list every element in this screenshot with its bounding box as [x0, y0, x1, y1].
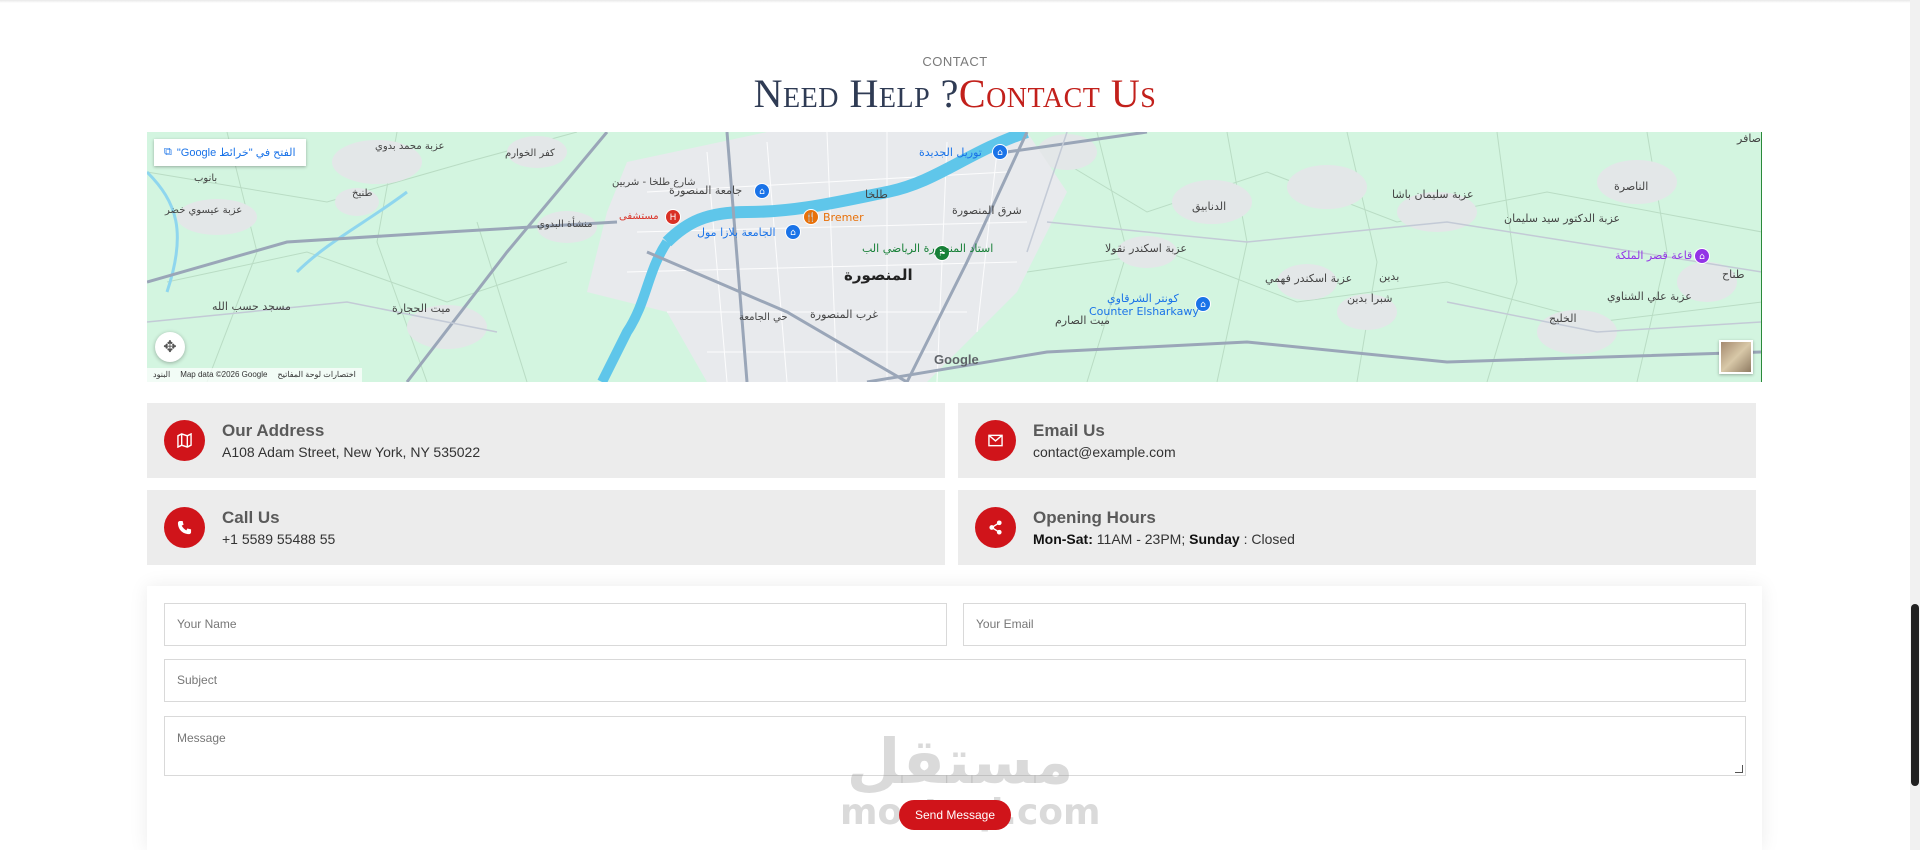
mall-pin-icon[interactable]: ⌂: [785, 224, 801, 240]
map-city-label: المنصورة: [844, 266, 913, 284]
map-label: شبرا بدين: [1347, 292, 1393, 305]
map-label: مسجد حسب الله: [212, 300, 291, 313]
info-card-hours: Opening Hours Mon-Sat: 11AM - 23PM; Sund…: [958, 490, 1756, 565]
map-poi-label: استاد المنصورة الرياضي الب: [862, 242, 994, 255]
section-title-dark: Need Help ?: [753, 71, 959, 116]
palace-pin-icon[interactable]: ⌂: [1694, 248, 1710, 264]
info-card-title: Our Address: [222, 421, 325, 440]
map-label: عزبة اسكندر نقولا: [1105, 242, 1187, 255]
map-poi-label: قاعة قصر الملكة: [1615, 249, 1693, 262]
share-icon: [975, 507, 1016, 548]
map-poi-label: Bremer: [823, 211, 864, 224]
map-poi-label: كونتر الشرقاوي: [1107, 292, 1179, 305]
map-label: طنيخ: [352, 188, 373, 199]
open-in-maps-label: الفتح في "خرائط Google": [176, 147, 296, 159]
map-label: الدنابيق: [1192, 200, 1227, 213]
email-input[interactable]: Your Email: [963, 603, 1746, 646]
map-label: منشأة البدوي: [537, 219, 593, 230]
map-label: عزبة علي الشناوي: [1607, 290, 1692, 303]
map-label: طناح: [1722, 268, 1745, 281]
map-label: شرق المنصورة: [952, 204, 1022, 217]
map-label: ميت الحجارة: [392, 302, 451, 315]
map-label: عزبة الدكتور سيد سليمان: [1504, 212, 1621, 225]
resize-handle-icon[interactable]: [1735, 765, 1743, 773]
map-poi-label: جامعة المنصورة: [669, 184, 743, 197]
university-pin-icon[interactable]: ⌂: [754, 183, 770, 199]
map-label: بانوب: [194, 173, 218, 184]
section-title-red: Contact Us: [958, 71, 1157, 116]
map-footer: البنود Map data ©2026 Google اختصارات لو…: [147, 368, 362, 382]
info-card-address: Our Address A108 Adam Street, New York, …: [147, 403, 945, 478]
map-label: الناصرة: [1614, 180, 1649, 193]
external-link-icon: ⧉: [164, 146, 172, 158]
subject-input[interactable]: Subject: [164, 659, 1746, 702]
toriel-pin-icon[interactable]: ⌂: [992, 144, 1008, 160]
page-scrollbar[interactable]: [1910, 0, 1920, 850]
satellite-toggle[interactable]: [1719, 340, 1753, 374]
info-card-text: contact@example.com: [1033, 444, 1176, 460]
map-label: عزبة محمد بدوي: [375, 141, 445, 152]
map-label: حي الجامعة: [739, 312, 788, 323]
map-label: كفر الخوارم: [505, 148, 555, 159]
google-logo: Google: [934, 352, 979, 367]
hospital-pin-icon[interactable]: H: [665, 209, 681, 225]
info-card-text: Mon-Sat: 11AM - 23PM; Sunday : Closed: [1033, 531, 1295, 547]
hours-value: 11AM - 23PM;: [1092, 531, 1190, 547]
envelope-icon: [975, 420, 1016, 461]
map-poi-label: الجامعة بلازا مول: [697, 226, 776, 239]
message-placeholder: Message: [177, 731, 226, 745]
info-card-text: A108 Adam Street, New York, NY 535022: [222, 444, 481, 460]
map-label: عزبة اسكندر فهمي: [1265, 272, 1353, 285]
google-map[interactable]: الفتح في "خرائط Google" ⧉ عزبة محمد بدوي…: [147, 132, 1762, 382]
map-label: غرب المنصورة: [810, 308, 879, 321]
name-input[interactable]: Your Name: [164, 603, 947, 646]
restaurant-pin-icon[interactable]: 🍴: [803, 209, 819, 225]
map-data-attribution: Map data ©2026 Google: [180, 370, 268, 379]
map-icon: [164, 420, 205, 461]
hours-days-label: Mon-Sat:: [1033, 531, 1093, 547]
map-poi-label: توريل الجديدة: [919, 146, 982, 159]
map-label: الخليج: [1549, 312, 1577, 325]
map-poi-label: Counter Elsharkawy: [1089, 305, 1199, 318]
send-message-button[interactable]: Send Message: [899, 800, 1011, 830]
map-label: بدين: [1379, 270, 1400, 283]
message-textarea[interactable]: Message: [164, 716, 1746, 776]
phone-icon: [164, 507, 205, 548]
map-label: عزبة سليمان باشا: [1392, 188, 1474, 201]
hours-sunday-label: Sunday: [1189, 531, 1240, 547]
info-card-title: Email Us: [1033, 421, 1105, 440]
info-card-email: Email Us contact@example.com: [958, 403, 1756, 478]
map-label: عزبة عيسوي خضر: [165, 205, 243, 216]
scrollbar-thumb[interactable]: [1911, 604, 1919, 786]
map-label: صافر: [1737, 132, 1762, 145]
map-poi-label: مستشفى: [619, 211, 659, 222]
open-in-google-maps-link[interactable]: الفتح في "خرائط Google" ⧉: [154, 139, 306, 166]
info-card-title: Call Us: [222, 508, 280, 527]
keyboard-shortcuts-link[interactable]: اختصارات لوحة المفاتيح: [277, 368, 355, 382]
section-title: Need Help ?Contact Us: [0, 66, 1910, 122]
header-shadow: [0, 0, 1912, 3]
map-terms-link[interactable]: البنود: [153, 368, 170, 382]
info-card-title: Opening Hours: [1033, 508, 1156, 527]
hours-sunday-value: : Closed: [1239, 531, 1295, 547]
map-label: طلخا: [865, 188, 888, 201]
map-pan-icon[interactable]: ✥: [155, 332, 185, 362]
map-canvas: [147, 132, 1761, 382]
info-card-phone: Call Us +1 5589 55488 55: [147, 490, 945, 565]
info-card-text: +1 5589 55488 55: [222, 531, 336, 547]
